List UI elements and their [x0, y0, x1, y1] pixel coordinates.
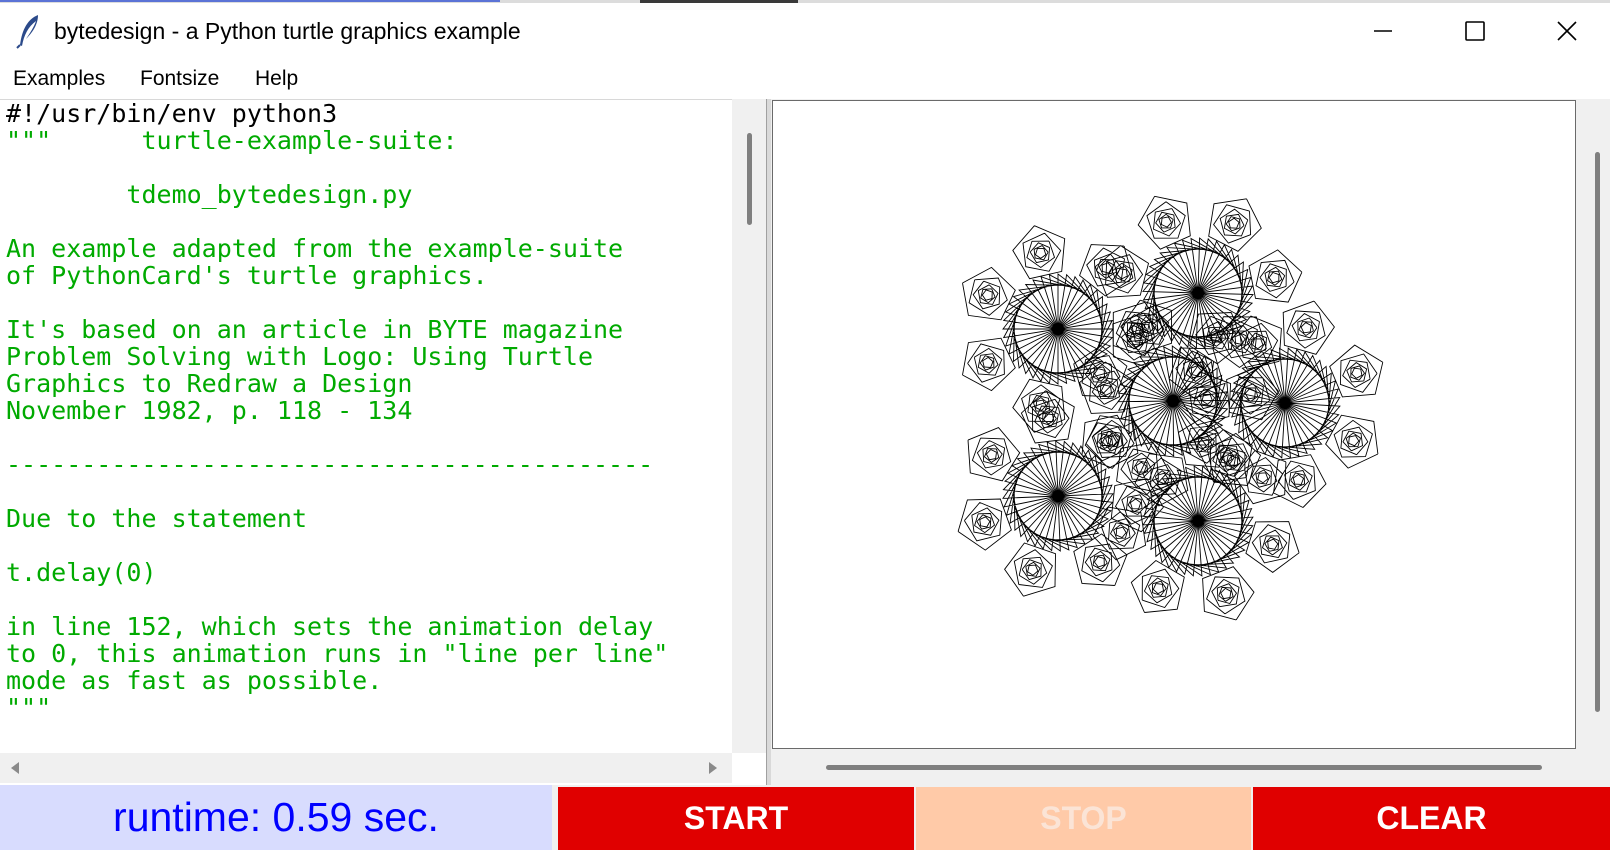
editor-horizontal-scrollbar[interactable]: [0, 753, 732, 783]
turtle-lines: [957, 195, 1384, 621]
menu-bar: Examples Fontsize Help: [0, 60, 1610, 98]
minimize-icon: [1374, 30, 1392, 32]
turtle-canvas[interactable]: [772, 100, 1576, 749]
menu-help[interactable]: Help: [255, 67, 298, 91]
runtime-label: runtime: 0.59 sec.: [0, 785, 552, 850]
feather-icon: [14, 13, 44, 49]
scroll-left-icon[interactable]: [10, 762, 20, 774]
window-title: bytedesign - a Python turtle graphics ex…: [54, 18, 521, 44]
source-editor[interactable]: #!/usr/bin/env python3 """ turtle-exampl…: [0, 99, 732, 754]
menu-fontsize[interactable]: Fontsize: [140, 67, 219, 91]
maximize-button[interactable]: [1452, 13, 1498, 49]
scrollbar-thumb[interactable]: [1595, 152, 1600, 712]
shebang-line: #!/usr/bin/env python3: [6, 99, 338, 128]
minimize-button[interactable]: [1360, 13, 1406, 49]
clear-button[interactable]: CLEAR: [1253, 787, 1610, 850]
canvas-vertical-scrollbar[interactable]: [1588, 100, 1610, 750]
stop-button[interactable]: STOP: [916, 787, 1251, 850]
code-text: #!/usr/bin/env python3 """ turtle-exampl…: [6, 100, 668, 721]
scroll-right-icon[interactable]: [708, 762, 718, 774]
close-icon: [1557, 21, 1577, 41]
maximize-icon: [1465, 21, 1485, 41]
title-bar: bytedesign - a Python turtle graphics ex…: [0, 3, 1610, 60]
start-button[interactable]: START: [558, 787, 914, 850]
scrollbar-thumb[interactable]: [747, 133, 752, 225]
scrollbar-thumb[interactable]: [826, 765, 1542, 770]
bytedesign-drawing: [957, 195, 1384, 621]
editor-vertical-scrollbar[interactable]: [732, 99, 766, 753]
menu-examples[interactable]: Examples: [13, 67, 105, 91]
close-button[interactable]: [1544, 13, 1590, 49]
docstring-text: """ turtle-example-suite: tdemo_bytedesi…: [6, 126, 669, 722]
